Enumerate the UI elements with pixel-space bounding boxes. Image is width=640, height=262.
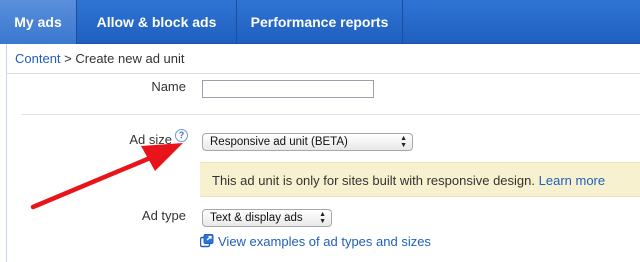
red-arrow	[30, 143, 183, 210]
